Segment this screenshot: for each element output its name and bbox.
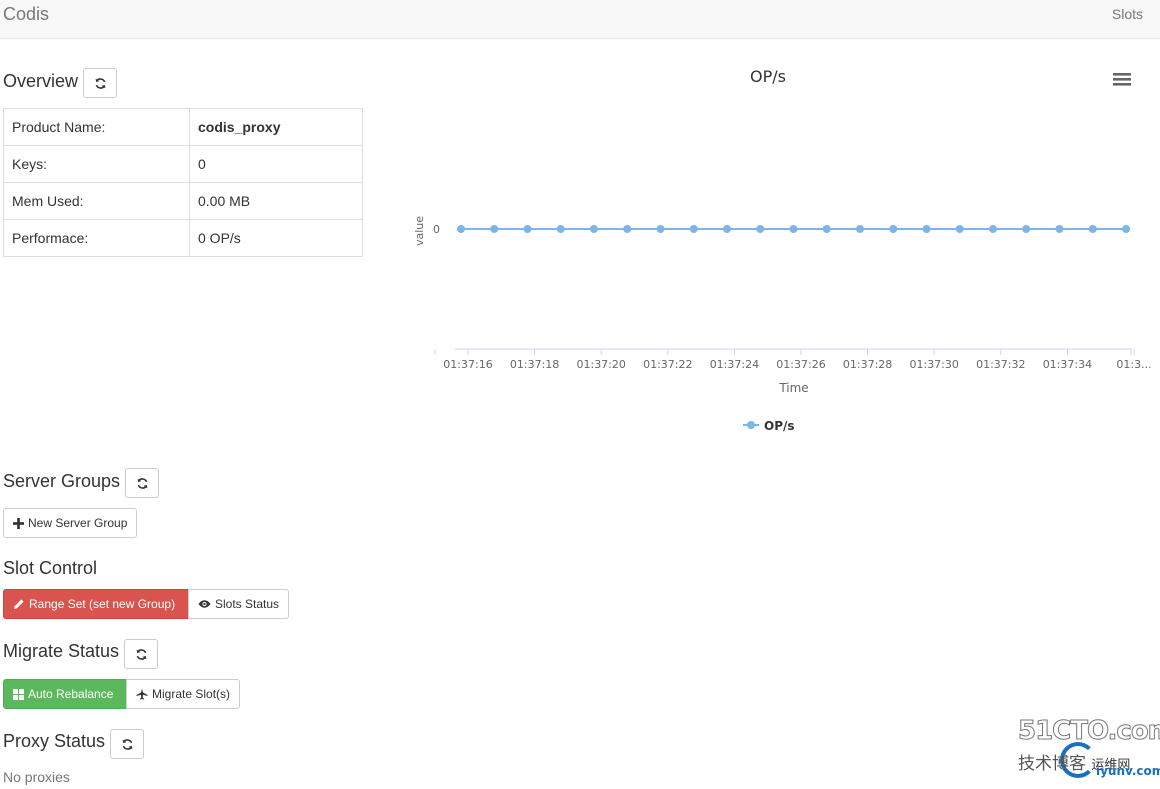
ops-chart: OP/s value 0 01:37:16 01:37:18 01:37:20 01:… (413, 67, 1152, 433)
range-set-button[interactable]: Range Set (set new Group) (3, 589, 189, 619)
product-name-label: Product Name: (3, 108, 190, 146)
slot-control-title: Slot Control (3, 558, 98, 578)
x-tick-label: 01:3... (1116, 358, 1151, 371)
performance-label: Performace: (3, 219, 190, 257)
slots-status-label: Slots Status (215, 597, 280, 611)
data-point[interactable] (789, 225, 798, 233)
data-point[interactable] (556, 225, 565, 233)
watermark-top-text: 51CTO.com (1018, 716, 1160, 747)
refresh-icon (122, 738, 132, 750)
data-point[interactable] (723, 225, 731, 233)
data-point[interactable] (689, 225, 698, 233)
data-point[interactable] (1022, 225, 1031, 233)
legend-label: OP/s (764, 419, 795, 433)
performance-value: 0 OP/s (189, 219, 363, 257)
auto-rebalance-button[interactable]: Auto Rebalance (3, 679, 127, 709)
refresh-icon (137, 477, 147, 489)
watermark-site-text: iyunv.com (1096, 764, 1160, 778)
data-point[interactable] (1122, 225, 1130, 233)
data-point[interactable] (822, 225, 831, 233)
brand-link[interactable]: Codis (3, 4, 49, 25)
migrate-status-title: Migrate Status (3, 641, 120, 661)
data-point[interactable] (1088, 225, 1097, 233)
data-point[interactable] (1055, 225, 1064, 233)
data-point[interactable] (590, 225, 598, 233)
legend[interactable]: OP/s (743, 419, 795, 433)
overview-table: Product Name: codis_proxy Keys: 0 Mem Us… (3, 108, 363, 257)
slots-status-button[interactable]: Slots Status (188, 589, 290, 619)
migrate-status-refresh-button[interactable] (124, 639, 158, 669)
proxy-status-title: Proxy Status (3, 731, 106, 751)
server-groups-title: Server Groups (3, 471, 121, 491)
eye-icon (198, 599, 211, 609)
new-server-group-label: New Server Group (28, 516, 128, 530)
new-server-group-button[interactable]: New Server Group (3, 508, 138, 538)
x-tick-label: 01:37:20 (576, 358, 625, 371)
legend-marker (747, 421, 755, 429)
data-point[interactable] (490, 225, 499, 233)
overview-refresh-button[interactable] (83, 68, 117, 98)
data-point[interactable] (756, 225, 765, 233)
nav-slots-link[interactable]: Slots (1112, 6, 1143, 22)
server-groups-refresh-button[interactable] (125, 468, 159, 498)
x-tick-label: 01:37:30 (909, 358, 958, 371)
x-tick-label: 01:37:26 (776, 358, 825, 371)
x-tick-label: 01:37:28 (843, 358, 892, 371)
y-axis-label: value (413, 216, 426, 246)
watermark: 51CTO.com 技术博客 运维网 iyunv.com (1016, 716, 1160, 786)
mem-used-value: 0.00 MB (189, 182, 363, 220)
mem-used-label: Mem Used: (3, 182, 190, 220)
navbar: Codis Slots (0, 0, 1160, 39)
data-point[interactable] (457, 225, 465, 233)
refresh-icon (95, 77, 105, 89)
data-point[interactable] (889, 225, 898, 233)
plus-icon (13, 517, 24, 529)
x-tick-label: 01:37:24 (710, 358, 759, 371)
data-point[interactable] (656, 225, 665, 233)
product-name-value: codis_proxy (189, 108, 363, 146)
data-point[interactable] (623, 225, 632, 233)
y-tick-label: 0 (433, 223, 440, 236)
chart-title: OP/s (750, 67, 786, 86)
migrate-slots-button[interactable]: Migrate Slot(s) (126, 679, 241, 709)
no-proxies-text: No proxies (3, 769, 70, 785)
keys-label: Keys: (3, 145, 190, 183)
table-row: Product Name: codis_proxy (3, 108, 363, 146)
x-axis-label: Time (778, 381, 808, 395)
x-tick-label: 01:37:22 (643, 358, 692, 371)
x-tick-label: 01:37:32 (976, 358, 1025, 371)
data-point[interactable] (856, 225, 864, 233)
x-tick-label: 01:37:18 (510, 358, 559, 371)
data-point[interactable] (989, 225, 997, 233)
table-row: Performace: 0 OP/s (3, 219, 363, 257)
plane-icon (136, 688, 148, 700)
chart-menu-icon[interactable] (1113, 73, 1131, 86)
range-set-label: Range Set (set new Group) (29, 597, 176, 611)
data-point[interactable] (922, 225, 931, 233)
table-row: Keys: 0 (3, 145, 363, 183)
table-row: Mem Used: 0.00 MB (3, 182, 363, 220)
keys-value: 0 (189, 145, 363, 183)
refresh-icon (136, 648, 146, 660)
x-tick-label: 01:37:34 (1043, 358, 1092, 371)
migrate-slots-label: Migrate Slot(s) (152, 687, 231, 701)
proxy-status-refresh-button[interactable] (110, 729, 144, 759)
data-point[interactable] (955, 225, 964, 233)
overview-title: Overview (3, 71, 79, 91)
data-point[interactable] (523, 225, 532, 233)
x-tick-label: 01:37:16 (443, 358, 492, 371)
pencil-icon (13, 598, 25, 610)
auto-rebalance-label: Auto Rebalance (28, 687, 114, 701)
grid-icon (13, 688, 24, 700)
